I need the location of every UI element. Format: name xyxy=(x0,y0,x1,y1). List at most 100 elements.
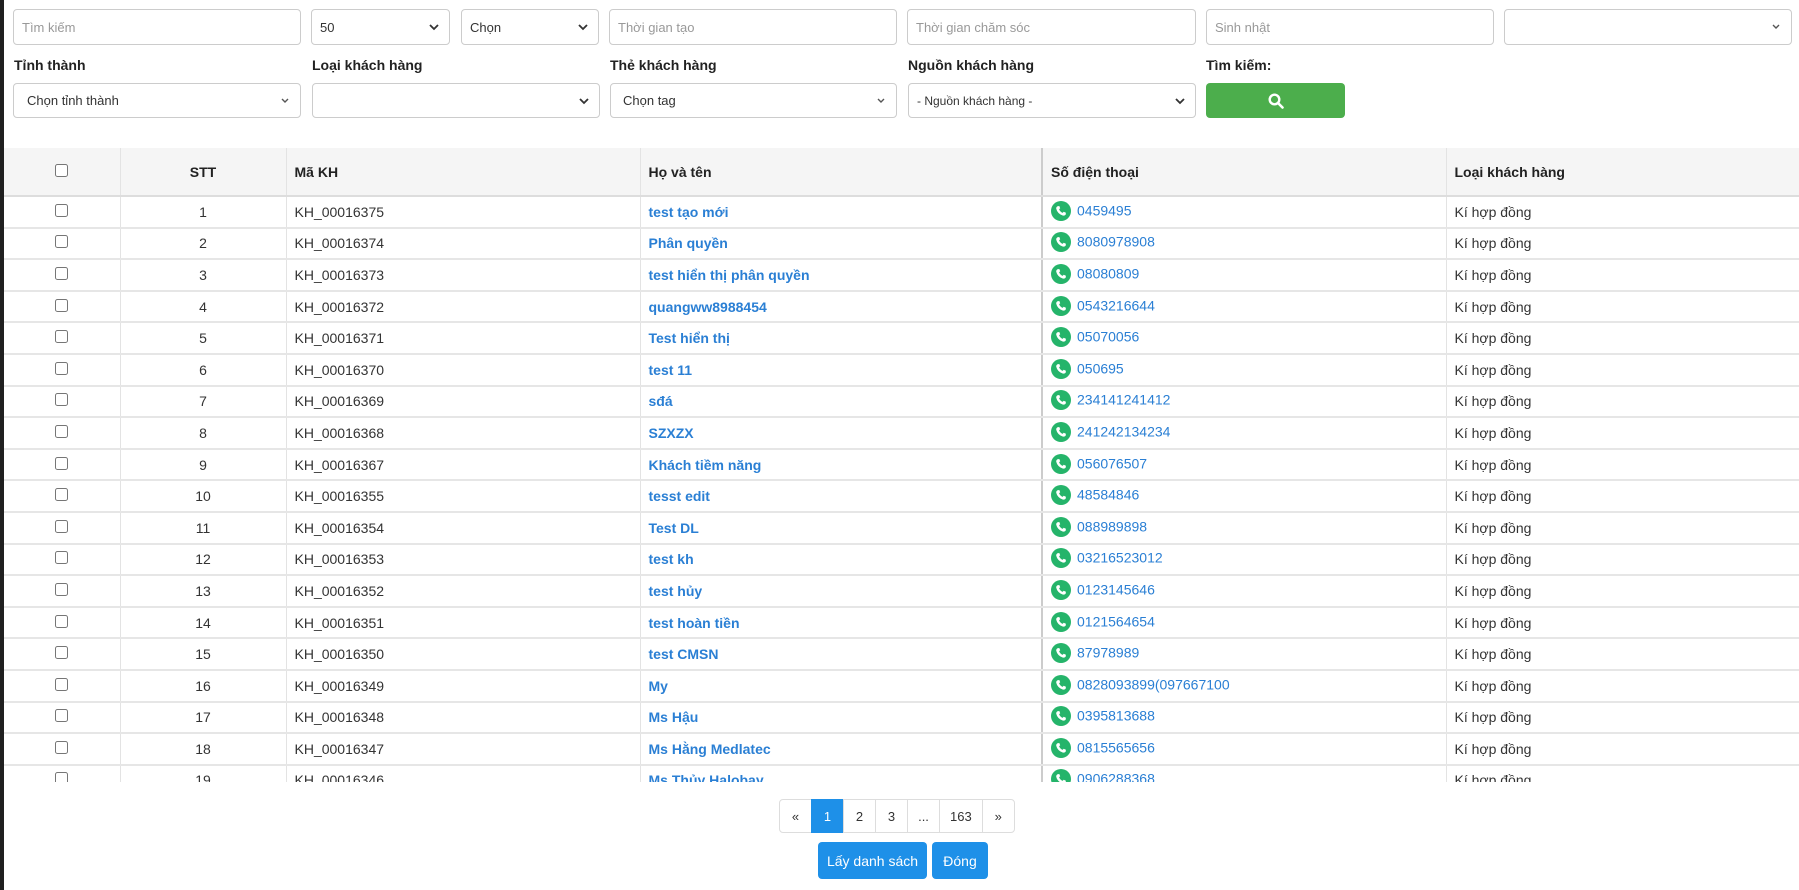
row-checkbox[interactable] xyxy=(55,203,69,217)
phone-icon[interactable] xyxy=(1051,263,1071,284)
col-header-full-name[interactable]: Họ và tên xyxy=(640,148,1043,197)
row-checkbox[interactable] xyxy=(55,551,69,565)
phone-icon[interactable] xyxy=(1051,579,1071,600)
customer-name-link[interactable]: test 11 xyxy=(640,353,1043,387)
phone-number[interactable]: 234141241412 xyxy=(1077,392,1170,408)
phone-icon[interactable] xyxy=(1051,421,1071,442)
col-header-stt[interactable]: STT xyxy=(120,148,287,197)
row-checkbox[interactable] xyxy=(55,519,69,533)
phone-icon[interactable] xyxy=(1051,769,1071,782)
table-row[interactable]: 3 KH_00016373 test hiển thị phân quyền 0808… xyxy=(4,259,1799,292)
close-button[interactable]: Đóng xyxy=(932,842,988,879)
table-row[interactable]: 10 KH_00016355 tesst edit 48584846 Kí hợp đồ… xyxy=(4,480,1799,513)
phone-number[interactable]: 088989898 xyxy=(1077,518,1147,534)
customer-name-link[interactable]: test hủy xyxy=(640,575,1043,608)
phone-cell[interactable]: 234141241412 xyxy=(1041,385,1447,419)
table-row[interactable]: 11 KH_00016354 Test DL 088989898 Kí hợp đồng xyxy=(4,511,1799,545)
phone-number[interactable]: 0395813688 xyxy=(1077,708,1155,724)
customer-name-link[interactable]: test tạo mới xyxy=(640,196,1043,229)
customer-name-link[interactable]: test kh xyxy=(640,543,1043,577)
phone-icon[interactable] xyxy=(1051,485,1071,506)
phone-icon[interactable] xyxy=(1051,706,1071,727)
phone-icon[interactable] xyxy=(1051,327,1071,348)
row-checkbox[interactable] xyxy=(55,582,69,596)
phone-cell[interactable]: 050695 xyxy=(1041,353,1447,387)
customer-name-link[interactable]: tesst edit xyxy=(640,480,1043,513)
row-checkbox[interactable] xyxy=(55,740,69,754)
phone-cell[interactable]: 0395813688 xyxy=(1041,701,1447,735)
phone-cell[interactable]: 0815565656 xyxy=(1041,733,1447,766)
phone-number[interactable]: 056076507 xyxy=(1077,455,1147,471)
row-checkbox[interactable] xyxy=(55,614,69,628)
phone-icon[interactable] xyxy=(1051,737,1071,758)
tag-select[interactable]: Chọn tag xyxy=(610,83,897,118)
page-163[interactable]: 163 xyxy=(939,799,983,833)
table-row[interactable]: 17 KH_00016348 Ms Hậu 0395813688 Kí hợp đồng xyxy=(4,701,1799,735)
choose-select[interactable]: Chọn xyxy=(461,9,599,45)
customer-name-link[interactable]: test CMSN xyxy=(640,638,1043,671)
table-row[interactable]: 19 KH_00016346 Ms Thủy Halobay 0906288368 Kí… xyxy=(4,764,1799,782)
phone-cell[interactable]: 87978989 xyxy=(1041,638,1447,671)
phone-number[interactable]: 0459495 xyxy=(1077,203,1132,219)
province-select[interactable]: Chọn tỉnh thành xyxy=(13,83,301,118)
table-row[interactable]: 4 KH_00016372 quangww8988454 0543216644 Kí h… xyxy=(4,290,1799,324)
row-checkbox[interactable] xyxy=(55,456,69,470)
page-prev[interactable]: « xyxy=(779,799,812,833)
phone-number[interactable]: 050695 xyxy=(1077,360,1124,376)
source-select[interactable]: - Nguồn khách hàng - xyxy=(908,83,1196,118)
phone-cell[interactable]: 088989898 xyxy=(1041,511,1447,545)
phone-number[interactable]: 0543216644 xyxy=(1077,297,1155,313)
table-row[interactable]: 1 KH_00016375 test tạo mới 0459495 Kí hợp đồ… xyxy=(4,196,1799,229)
phone-number[interactable]: 08080809 xyxy=(1077,266,1139,282)
phone-number[interactable]: 8080978908 xyxy=(1077,234,1155,250)
phone-icon[interactable] xyxy=(1051,200,1071,221)
phone-icon[interactable] xyxy=(1051,611,1071,632)
customer-name-link[interactable]: Khách tiềm năng xyxy=(640,448,1043,482)
phone-cell[interactable]: 0543216644 xyxy=(1041,290,1447,324)
phone-icon[interactable] xyxy=(1051,453,1071,474)
phone-cell[interactable]: 48584846 xyxy=(1041,480,1447,513)
phone-number[interactable]: 0815565656 xyxy=(1077,740,1155,756)
customer-name-link[interactable]: SZXZX xyxy=(640,417,1043,450)
phone-icon[interactable] xyxy=(1051,674,1071,695)
phone-cell[interactable]: 0828093899(097667100 xyxy=(1041,669,1447,703)
customer-name-link[interactable]: Test hiển thị xyxy=(640,322,1043,355)
phone-icon[interactable] xyxy=(1051,295,1071,316)
extra-select[interactable] xyxy=(1504,9,1792,45)
page-3[interactable]: 3 xyxy=(875,799,908,833)
search-button[interactable] xyxy=(1206,83,1345,118)
page-next[interactable]: » xyxy=(981,799,1015,833)
phone-number[interactable]: 0123145646 xyxy=(1077,582,1155,598)
customer-name-link[interactable]: My xyxy=(640,669,1043,703)
phone-number[interactable]: 241242134234 xyxy=(1077,424,1170,440)
customer-name-link[interactable]: Phân quyền xyxy=(640,227,1043,261)
row-checkbox[interactable] xyxy=(55,266,69,280)
customer-type-select[interactable] xyxy=(312,83,600,118)
row-checkbox[interactable] xyxy=(55,298,69,312)
phone-cell[interactable]: 0459495 xyxy=(1041,196,1447,229)
table-row[interactable]: 7 KH_00016369 sđá 234141241412 Kí hợp đồng xyxy=(4,385,1799,419)
table-row[interactable]: 13 KH_00016352 test hủy 0123145646 Kí hợp đồ… xyxy=(4,575,1799,608)
phone-icon[interactable] xyxy=(1051,232,1071,253)
phone-cell[interactable]: 8080978908 xyxy=(1041,227,1447,261)
customer-name-link[interactable]: test hoàn tiền xyxy=(640,606,1043,640)
row-checkbox[interactable] xyxy=(55,424,69,438)
col-header-customer-code[interactable]: Mã KH xyxy=(286,148,641,197)
phone-icon[interactable] xyxy=(1051,358,1071,379)
get-list-button[interactable]: Lấy danh sách xyxy=(818,842,927,879)
customer-name-link[interactable]: Ms Hậu xyxy=(640,701,1043,735)
table-row[interactable]: 2 KH_00016374 Phân quyền 8080978908 Kí hợp đ… xyxy=(4,227,1799,261)
phone-number[interactable]: 0906288368 xyxy=(1077,771,1155,782)
phone-icon[interactable] xyxy=(1051,643,1071,664)
phone-cell[interactable]: 0906288368 xyxy=(1041,764,1447,782)
table-row[interactable]: 8 KH_00016368 SZXZX 241242134234 Kí hợp đồng xyxy=(4,417,1799,450)
table-row[interactable]: 18 KH_00016347 Ms Hằng Medlatec 0815565656 K… xyxy=(4,733,1799,766)
select-all-checkbox[interactable] xyxy=(55,163,69,177)
customer-name-link[interactable]: Ms Hằng Medlatec xyxy=(640,733,1043,766)
phone-icon[interactable] xyxy=(1051,548,1071,569)
phone-cell[interactable]: 08080809 xyxy=(1041,259,1447,292)
customer-name-link[interactable]: Ms Thủy Halobay xyxy=(640,764,1043,782)
table-row[interactable]: 14 KH_00016351 test hoàn tiền 0121564654 Kí … xyxy=(4,606,1799,640)
phone-number[interactable]: 03216523012 xyxy=(1077,550,1163,566)
phone-cell[interactable]: 0121564654 xyxy=(1041,606,1447,640)
